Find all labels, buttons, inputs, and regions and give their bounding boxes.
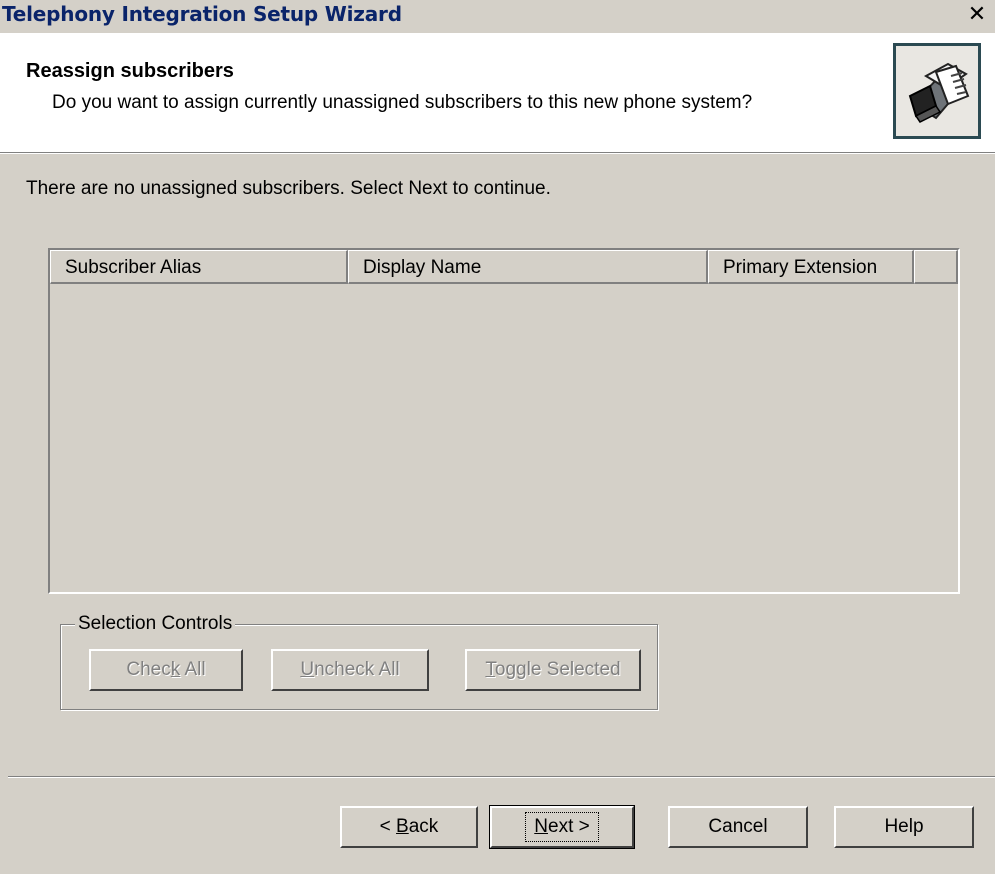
column-display-name[interactable]: Display Name xyxy=(348,250,708,284)
column-primary-extension[interactable]: Primary Extension xyxy=(708,250,914,284)
toggle-selected-button[interactable]: Toggle Selected xyxy=(465,649,641,691)
close-icon[interactable]: ✕ xyxy=(965,4,989,28)
wizard-document-icon xyxy=(893,43,981,139)
toggle-selected-label: Toggle Selected xyxy=(485,659,621,680)
back-label: < Back xyxy=(379,816,439,837)
column-subscriber-alias[interactable]: Subscriber Alias xyxy=(50,250,348,284)
wizard-header: Reassign subscribers Do you want to assi… xyxy=(0,33,995,152)
back-button[interactable]: < Back xyxy=(340,806,478,848)
page-title: Reassign subscribers xyxy=(26,60,234,82)
cancel-button[interactable]: Cancel xyxy=(668,806,808,848)
help-button[interactable]: Help xyxy=(834,806,974,848)
uncheck-all-button[interactable]: Uncheck All xyxy=(271,649,429,691)
footer-separator xyxy=(8,776,995,778)
window-title: Telephony Integration Setup Wizard xyxy=(2,2,402,26)
selection-controls-label: Selection Controls xyxy=(75,613,236,635)
header-separator xyxy=(0,152,995,154)
info-text: There are no unassigned subscribers. Sel… xyxy=(26,178,551,199)
page-subtitle: Do you want to assign currently unassign… xyxy=(52,92,753,113)
list-header: Subscriber Alias Display Name Primary Ex… xyxy=(50,250,958,284)
column-filler xyxy=(914,250,958,284)
check-all-label: Check All xyxy=(126,659,206,680)
check-all-button[interactable]: Check All xyxy=(89,649,243,691)
wizard-graphic xyxy=(908,62,970,123)
selection-controls-group: Selection Controls Check All Uncheck All… xyxy=(60,613,658,710)
uncheck-all-label: Uncheck All xyxy=(300,659,400,680)
next-label: Next > xyxy=(525,812,599,842)
subscriber-list[interactable]: Subscriber Alias Display Name Primary Ex… xyxy=(48,248,960,594)
next-button[interactable]: Next > xyxy=(489,805,635,849)
title-bar: Telephony Integration Setup Wizard ✕ xyxy=(0,0,995,33)
